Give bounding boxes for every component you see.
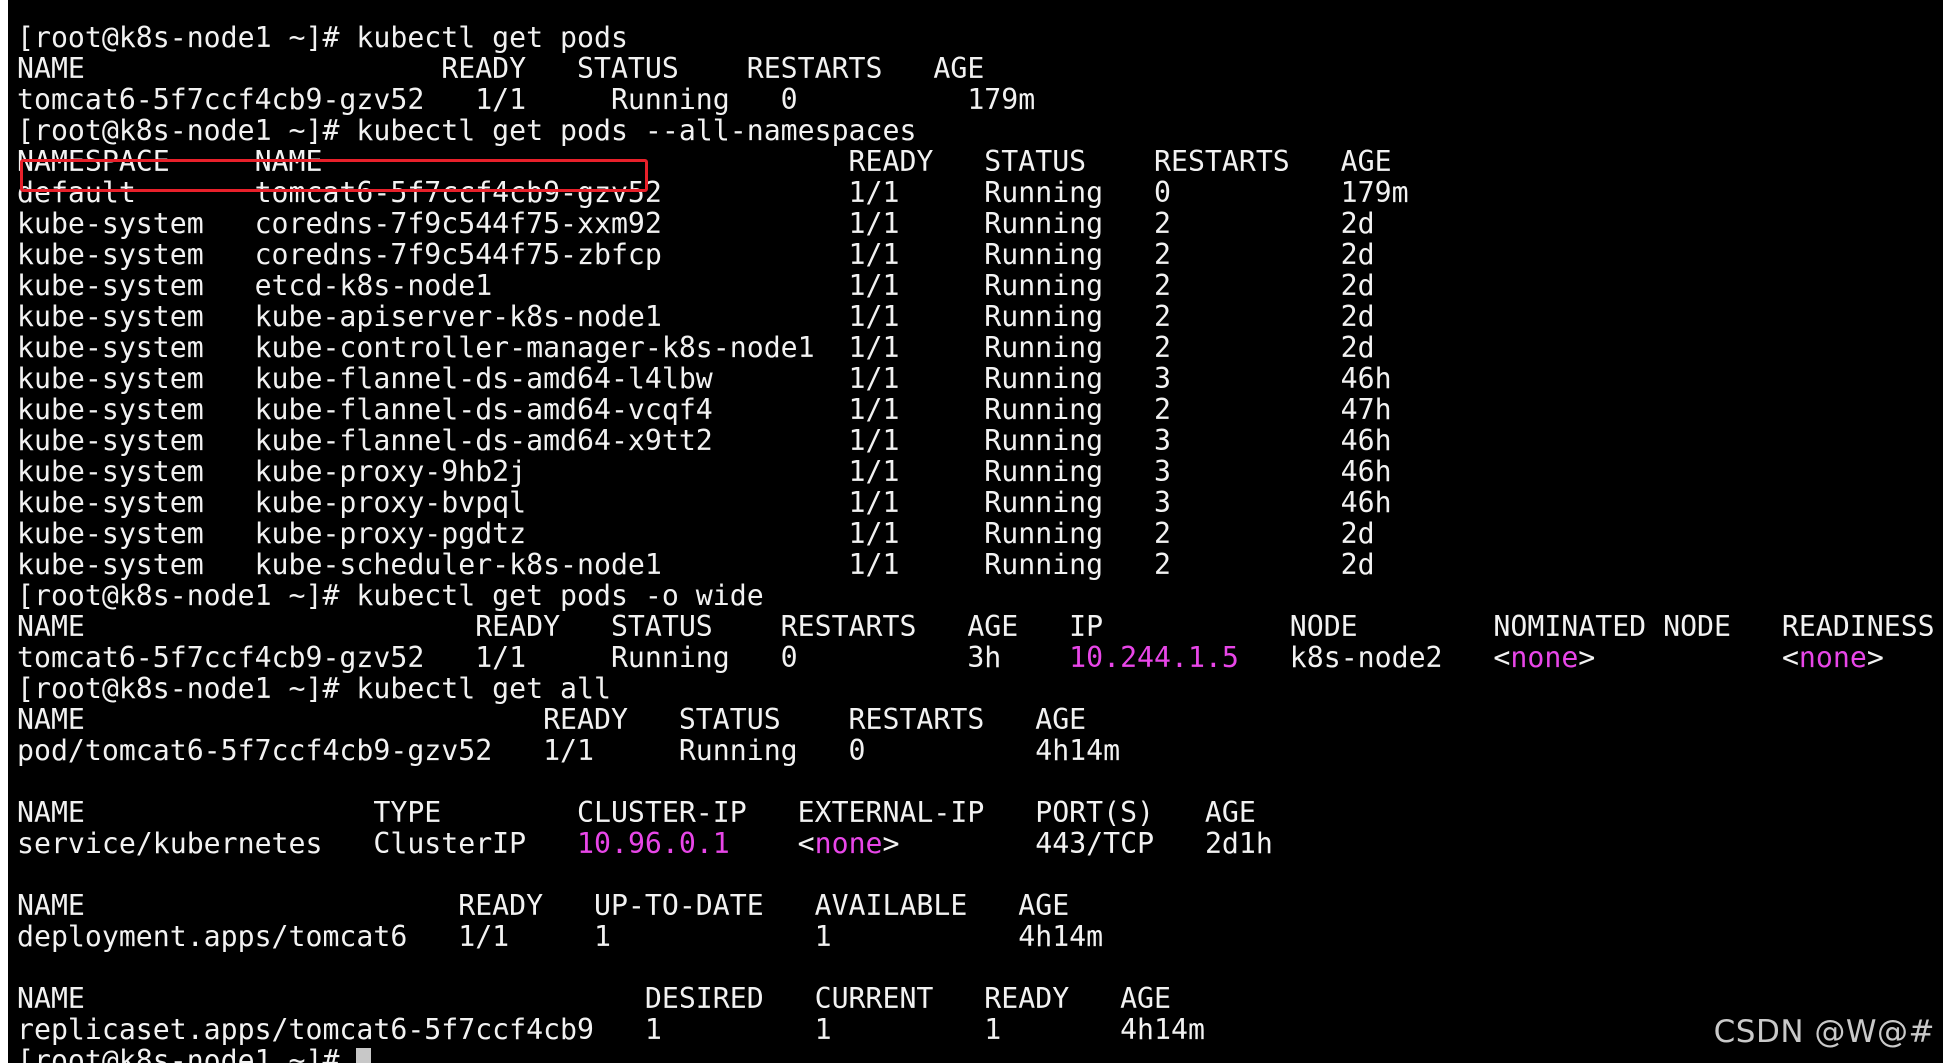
terminal-text: [root@k8s-node1 ~]# kubectl get all — [17, 672, 611, 705]
terminal-text: service/kubernetes ClusterIP — [17, 827, 578, 860]
terminal-text: NAME READY STATUS RESTARTS AGE — [17, 703, 1087, 736]
terminal-line: kube-system etcd-k8s-node1 1/1 Running 2… — [17, 270, 1943, 301]
highlight-value: none — [1798, 641, 1867, 674]
terminal-line: tomcat6-5f7ccf4cb9-gzv52 1/1 Running 0 3… — [17, 642, 1943, 673]
terminal-text: [root@k8s-node1 ~]# kubectl get pods — [17, 21, 628, 54]
terminal-text: NAME READY STATUS RESTARTS AGE — [17, 52, 985, 85]
terminal-text: NAME READY STATUS RESTARTS AGE IP NODE N… — [17, 610, 1943, 643]
terminal-text: kube-system kube-flannel-ds-amd64-vcqf4 … — [17, 393, 1392, 426]
terminal-text: NAME READY UP-TO-DATE AVAILABLE AGE — [17, 889, 1070, 922]
highlight-value: 10.244.1.5 — [1069, 641, 1239, 674]
terminal-text: [root@k8s-node1 ~]# — [17, 1044, 357, 1063]
terminal-line: replicaset.apps/tomcat6-5f7ccf4cb9 1 1 1… — [17, 1014, 1943, 1045]
highlight-annotation-box — [20, 159, 648, 192]
terminal-line: [root@k8s-node1 ~]# kubectl get pods — [17, 22, 1943, 53]
terminal-line: kube-system coredns-7f9c544f75-xxm92 1/1… — [17, 208, 1943, 239]
highlight-value: none — [1510, 641, 1579, 674]
terminal-text: > < — [1578, 641, 1799, 674]
terminal-window[interactable]: [root@k8s-node1 ~]# kubectl get pods -n … — [8, 0, 1943, 1063]
terminal-text: kube-system kube-flannel-ds-amd64-l4lbw … — [17, 362, 1392, 395]
terminal-text: kube-system kube-proxy-pgdtz 1/1 Running… — [17, 517, 1375, 550]
terminal-text: tomcat6-5f7ccf4cb9-gzv52 1/1 Running 0 3… — [17, 641, 1070, 674]
terminal-text: pod/tomcat6-5f7ccf4cb9-gzv52 1/1 Running… — [17, 734, 1121, 767]
terminal-text: deployment.apps/tomcat6 1/1 1 1 4h14m — [17, 920, 1104, 953]
highlight-value: 10.96.0.1 — [577, 827, 730, 860]
terminal-text: kube-system etcd-k8s-node1 1/1 Running 2… — [17, 269, 1375, 302]
terminal-line: kube-system kube-proxy-9hb2j 1/1 Running… — [17, 456, 1943, 487]
terminal-line: [root@k8s-node1 ~]# — [17, 1045, 1943, 1063]
terminal-text: k8s-node2 < — [1238, 641, 1511, 674]
terminal-line: service/kubernetes ClusterIP 10.96.0.1 <… — [17, 828, 1943, 859]
terminal-text: kube-system kube-flannel-ds-amd64-x9tt2 … — [17, 424, 1392, 457]
terminal-text: [root@k8s-node1 ~]# kubectl get pods -o … — [17, 579, 764, 612]
terminal-line: [root@k8s-node1 ~]# kubectl get pods --a… — [17, 115, 1943, 146]
terminal-text: kube-system kube-proxy-9hb2j 1/1 Running… — [17, 455, 1392, 488]
terminal-line: deployment.apps/tomcat6 1/1 1 1 4h14m — [17, 921, 1943, 952]
terminal-line: [root@k8s-node1 ~]# kubectl get pods -o … — [17, 580, 1943, 611]
watermark: CSDN @W@# — [1713, 1014, 1935, 1050]
terminal-line: NAME READY STATUS RESTARTS AGE — [17, 704, 1943, 735]
terminal-text: kube-system kube-apiserver-k8s-node1 1/1… — [17, 300, 1375, 333]
terminal-text: NAME DESIRED CURRENT READY AGE — [17, 982, 1171, 1015]
terminal-line: NAME READY UP-TO-DATE AVAILABLE AGE — [17, 890, 1943, 921]
terminal-text: > — [1866, 641, 1884, 674]
terminal-line: kube-system kube-flannel-ds-amd64-l4lbw … — [17, 363, 1943, 394]
terminal-line: tomcat6-5f7ccf4cb9-gzv52 1/1 Running 0 1… — [17, 84, 1943, 115]
highlight-value: none — [814, 827, 883, 860]
terminal-line: kube-system kube-flannel-ds-amd64-x9tt2 … — [17, 425, 1943, 456]
terminal-line: kube-system kube-proxy-pgdtz 1/1 Running… — [17, 518, 1943, 549]
terminal-text: [root@k8s-node1 ~]# kubectl get pods --a… — [17, 114, 917, 147]
terminal-line: kube-system coredns-7f9c544f75-zbfcp 1/1… — [17, 239, 1943, 270]
terminal-line: kube-system kube-flannel-ds-amd64-vcqf4 … — [17, 394, 1943, 425]
terminal-line: kube-system kube-controller-manager-k8s-… — [17, 332, 1943, 363]
terminal-text: kube-system kube-controller-manager-k8s-… — [17, 331, 1375, 364]
terminal-line: NAME READY STATUS RESTARTS AGE IP NODE N… — [17, 611, 1943, 642]
terminal-line: kube-system kube-apiserver-k8s-node1 1/1… — [17, 301, 1943, 332]
terminal-text: kube-system coredns-7f9c544f75-xxm92 1/1… — [17, 207, 1375, 240]
terminal-line: [root@k8s-node1 ~]# kubectl get all — [17, 673, 1943, 704]
terminal-text: kube-system kube-scheduler-k8s-node1 1/1… — [17, 548, 1375, 581]
terminal-line: kube-system kube-scheduler-k8s-node1 1/1… — [17, 549, 1943, 580]
terminal-line: kube-system kube-proxy-bvpql 1/1 Running… — [17, 487, 1943, 518]
terminal-line: pod/tomcat6-5f7ccf4cb9-gzv52 1/1 Running… — [17, 735, 1943, 766]
terminal-text: > 443/TCP 2d1h — [882, 827, 1273, 860]
terminal-text: replicaset.apps/tomcat6-5f7ccf4cb9 1 1 1… — [17, 1013, 1205, 1046]
terminal-text: tomcat6-5f7ccf4cb9-gzv52 1/1 Running 0 1… — [17, 83, 1036, 116]
terminal-line: NAME TYPE CLUSTER-IP EXTERNAL-IP PORT(S)… — [17, 797, 1943, 828]
text-cursor — [356, 1048, 372, 1063]
terminal-line: NAME READY STATUS RESTARTS AGE — [17, 53, 1943, 84]
terminal-text: < — [729, 827, 815, 860]
terminal-text: kube-system kube-proxy-bvpql 1/1 Running… — [17, 486, 1392, 519]
terminal-line: NAME DESIRED CURRENT READY AGE — [17, 983, 1943, 1014]
terminal-text: kube-system coredns-7f9c544f75-zbfcp 1/1… — [17, 238, 1375, 271]
terminal-text: NAME TYPE CLUSTER-IP EXTERNAL-IP PORT(S)… — [17, 796, 1256, 829]
